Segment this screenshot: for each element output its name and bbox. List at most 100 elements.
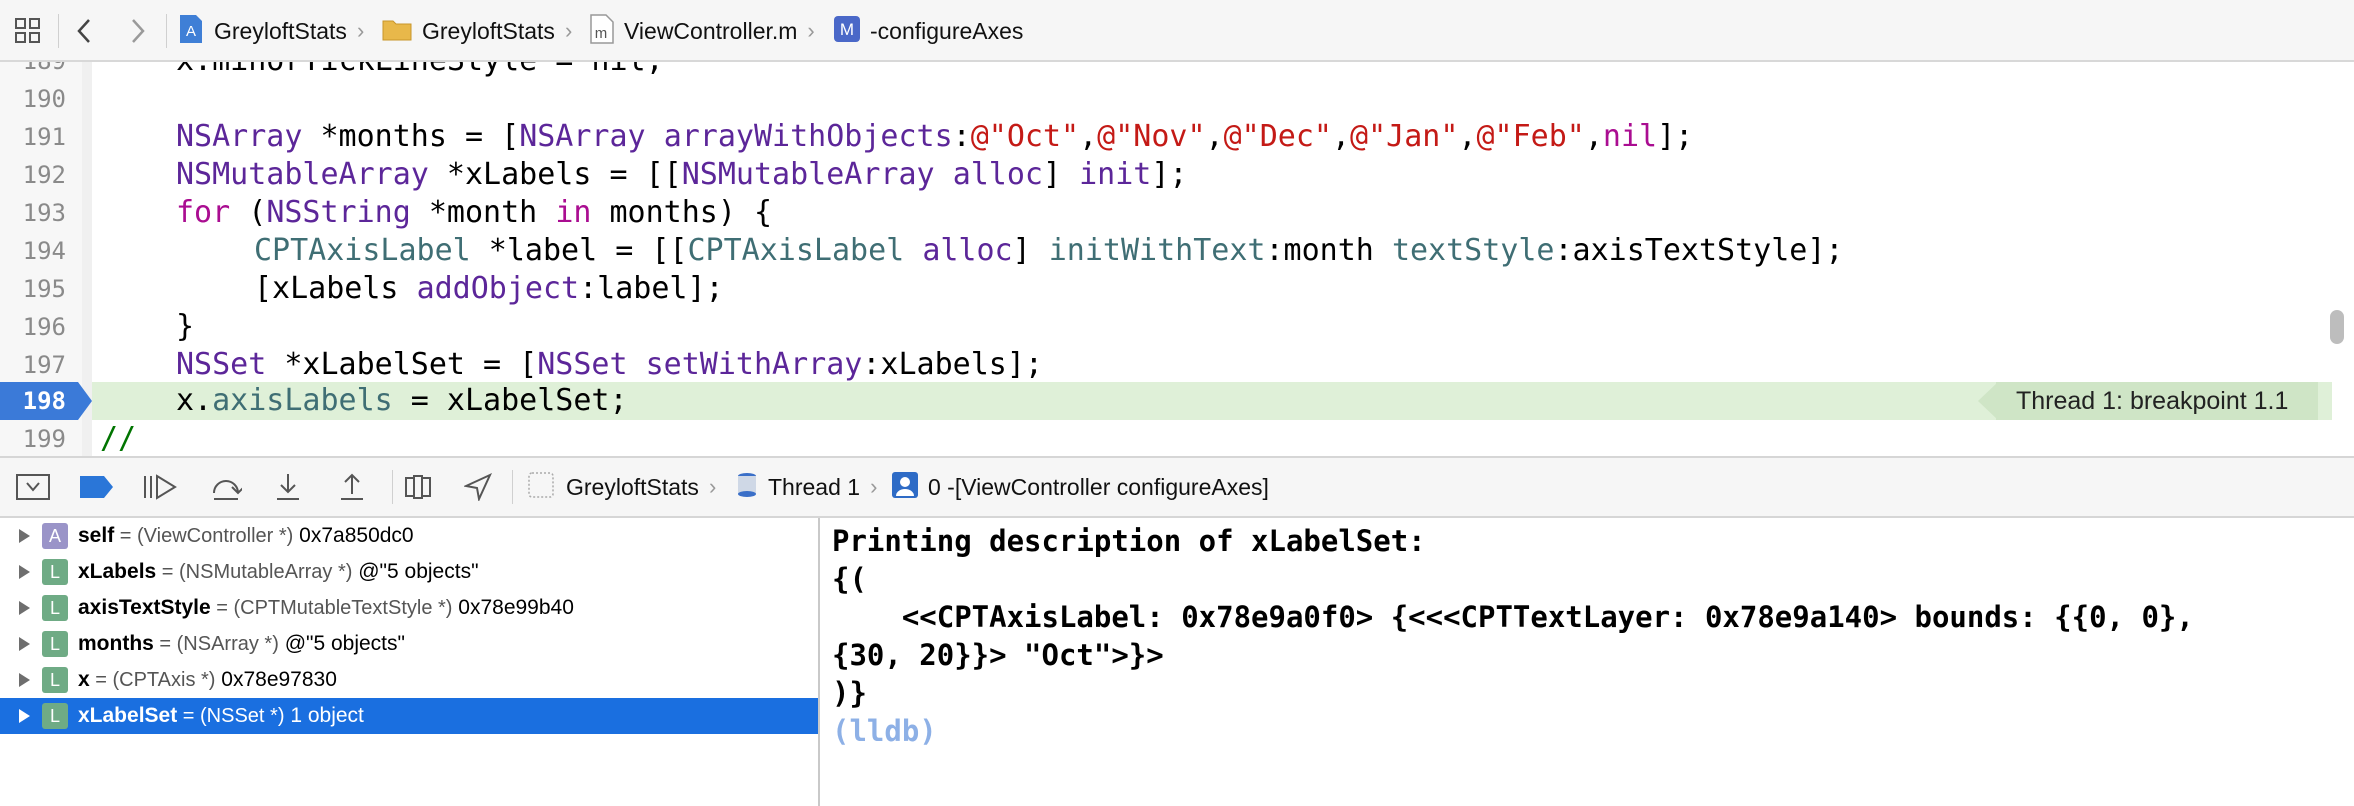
editor-scrollbar[interactable]: [2330, 310, 2344, 344]
breakpoint-annotation: Thread 1: breakpoint 1.1: [1978, 382, 2318, 420]
debug-breadcrumb-thread[interactable]: Thread 1 ›: [736, 458, 877, 516]
disclosure-triangle-icon[interactable]: [19, 601, 30, 615]
code-line-189[interactable]: x.minorTickLineStyle = nil;: [176, 62, 664, 80]
code-line-193[interactable]: for (NSString *month in months) {: [176, 194, 772, 232]
variable-row[interactable]: A self = (ViewController *) 0x7a850dc0: [0, 518, 818, 554]
breadcrumb-file-label: ViewController.m: [624, 17, 798, 44]
console-output-line: <<CPTAxisLabel: 0x78e9a0f0> {<<<CPTTextL…: [832, 600, 2194, 634]
line-number: 196: [22, 313, 66, 341]
variable-row[interactable]: L months = (NSArray *) @"5 objects": [0, 626, 818, 662]
variable-name: self: [78, 524, 115, 547]
debug-breadcrumb-thread-label: Thread 1: [768, 473, 861, 500]
code-line-198[interactable]: x.axisLabels = xLabelSet;: [176, 382, 628, 420]
disclosure-triangle-icon[interactable]: [19, 637, 30, 651]
continue-icon[interactable]: [142, 458, 178, 516]
forward-arrow-icon[interactable]: [128, 0, 148, 62]
method-icon: M: [834, 15, 860, 47]
variable-name: x: [78, 668, 90, 691]
local-badge-icon: L: [42, 559, 68, 585]
jump-bar: A GreyloftStats › GreyloftStats › m View…: [0, 0, 2354, 62]
breadcrumb-chevron-icon: ›: [564, 18, 573, 43]
variable-value: @"5 objects": [278, 632, 405, 655]
grid-icon[interactable]: [14, 0, 42, 62]
debug-console[interactable]: Printing description of xLabelSet: {( <<…: [822, 518, 2354, 806]
variable-name: axisTextStyle: [78, 596, 211, 619]
code-line-196[interactable]: }: [176, 308, 194, 346]
variable-equals: =: [156, 560, 180, 583]
local-badge-icon: L: [42, 703, 68, 729]
line-number: 189: [0, 62, 66, 80]
variable-name: months: [78, 632, 154, 655]
breadcrumb-chevron-icon: ›: [356, 18, 365, 43]
debug-breadcrumb-frame[interactable]: 0 -[ViewController configureAxes]: [892, 458, 1269, 516]
console-output-line: {(: [832, 562, 867, 596]
lldb-prompt[interactable]: (lldb): [832, 712, 937, 750]
code-line-194[interactable]: CPTAxisLabel *label = [[CPTAxisLabel all…: [254, 232, 1843, 270]
code-line-199[interactable]: //: [100, 420, 136, 456]
debug-view-hierarchy-icon[interactable]: [404, 458, 432, 516]
disclosure-triangle-icon[interactable]: [19, 673, 30, 687]
svg-text:A: A: [186, 23, 196, 40]
frame-icon: [892, 471, 918, 503]
variable-row[interactable]: L axisTextStyle = (CPTMutableTextStyle *…: [0, 590, 818, 626]
variable-value: @"5 objects": [352, 560, 479, 583]
breadcrumb-project-label: GreyloftStats: [214, 17, 347, 44]
code-line-192[interactable]: NSMutableArray *xLabels = [[NSMutableArr…: [176, 156, 1188, 194]
thread-icon: [736, 472, 758, 503]
back-arrow-icon[interactable]: [74, 0, 94, 62]
local-badge-icon: L: [42, 595, 68, 621]
breadcrumb-folder[interactable]: GreyloftStats ›: [382, 0, 572, 62]
line-number: 190: [22, 85, 66, 113]
step-into-icon[interactable]: [274, 458, 302, 516]
line-number: 197: [22, 351, 66, 379]
code-line-195[interactable]: [xLabels addObject:label];: [254, 270, 724, 308]
disclosure-triangle-icon[interactable]: [19, 565, 30, 579]
variable-equals: =: [89, 668, 113, 691]
line-number: 192: [22, 161, 66, 189]
variable-value: 0x78e99b40: [452, 596, 574, 619]
variable-type: (CPTMutableTextStyle *): [233, 596, 453, 619]
hide-debug-area-icon[interactable]: [16, 458, 50, 516]
variable-value: 1 object: [284, 704, 364, 727]
step-out-icon[interactable]: [338, 458, 366, 516]
variable-name: xLabelSet: [78, 704, 178, 727]
line-number-current: 198: [22, 387, 66, 415]
variable-value: 0x7a850dc0: [293, 524, 414, 547]
breadcrumb-method[interactable]: M -configureAxes: [834, 0, 1023, 62]
line-number: 195: [22, 275, 66, 303]
variable-type: (ViewController *): [136, 524, 294, 547]
code-editor[interactable]: 189 190 191 192 193 194 195 196 197 198 …: [0, 62, 2354, 456]
breakpoint-annotation-label: Thread 1: breakpoint 1.1: [2016, 387, 2289, 415]
line-number: 199: [22, 425, 66, 453]
m-file-icon: m: [590, 13, 614, 49]
variable-row[interactable]: L xLabels = (NSMutableArray *) @"5 objec…: [0, 554, 818, 590]
step-over-icon[interactable]: [210, 458, 242, 516]
line-number: 193: [22, 199, 66, 227]
disclosure-triangle-icon[interactable]: [19, 709, 30, 723]
debug-breadcrumb-app[interactable]: GreyloftStats ›: [528, 458, 716, 516]
variable-row[interactable]: L x = (CPTAxis *) 0x78e97830: [0, 662, 818, 698]
local-badge-icon: L: [42, 667, 68, 693]
variable-equals: =: [153, 632, 177, 655]
debug-bar: GreyloftStats › Thread 1 › 0 -[ViewContr…: [0, 456, 2354, 518]
breadcrumb-folder-label: GreyloftStats: [422, 17, 555, 44]
breadcrumb-file[interactable]: m ViewController.m ›: [590, 0, 815, 62]
disclosure-triangle-icon[interactable]: [19, 529, 30, 543]
code-line-191[interactable]: NSArray *months = [NSArray arrayWithObje…: [176, 118, 1693, 156]
argument-badge-icon: A: [42, 523, 68, 549]
variable-equals: =: [210, 596, 234, 619]
line-number: 191: [22, 123, 66, 151]
simulate-location-icon[interactable]: [464, 458, 492, 516]
variable-type: (NSMutableArray *): [179, 560, 353, 583]
variable-type: (NSArray *): [176, 632, 279, 655]
debug-breadcrumb-frame-label: 0 -[ViewController configureAxes]: [928, 473, 1269, 500]
breadcrumb-project[interactable]: A GreyloftStats ›: [178, 0, 364, 62]
debug-breadcrumb-app-label: GreyloftStats: [566, 473, 699, 500]
line-number: 194: [22, 237, 66, 265]
variable-row-selected[interactable]: L xLabelSet = (NSSet *) 1 object: [0, 698, 818, 734]
variables-view[interactable]: A self = (ViewController *) 0x7a850dc0 L…: [0, 518, 820, 806]
breadcrumb-chevron-icon: ›: [870, 474, 878, 499]
breakpoints-toggle-icon[interactable]: [80, 458, 114, 516]
code-line-197[interactable]: NSSet *xLabelSet = [NSSet setWithArray:x…: [176, 346, 1043, 384]
console-output-line: Printing description of xLabelSet:: [832, 524, 1426, 558]
